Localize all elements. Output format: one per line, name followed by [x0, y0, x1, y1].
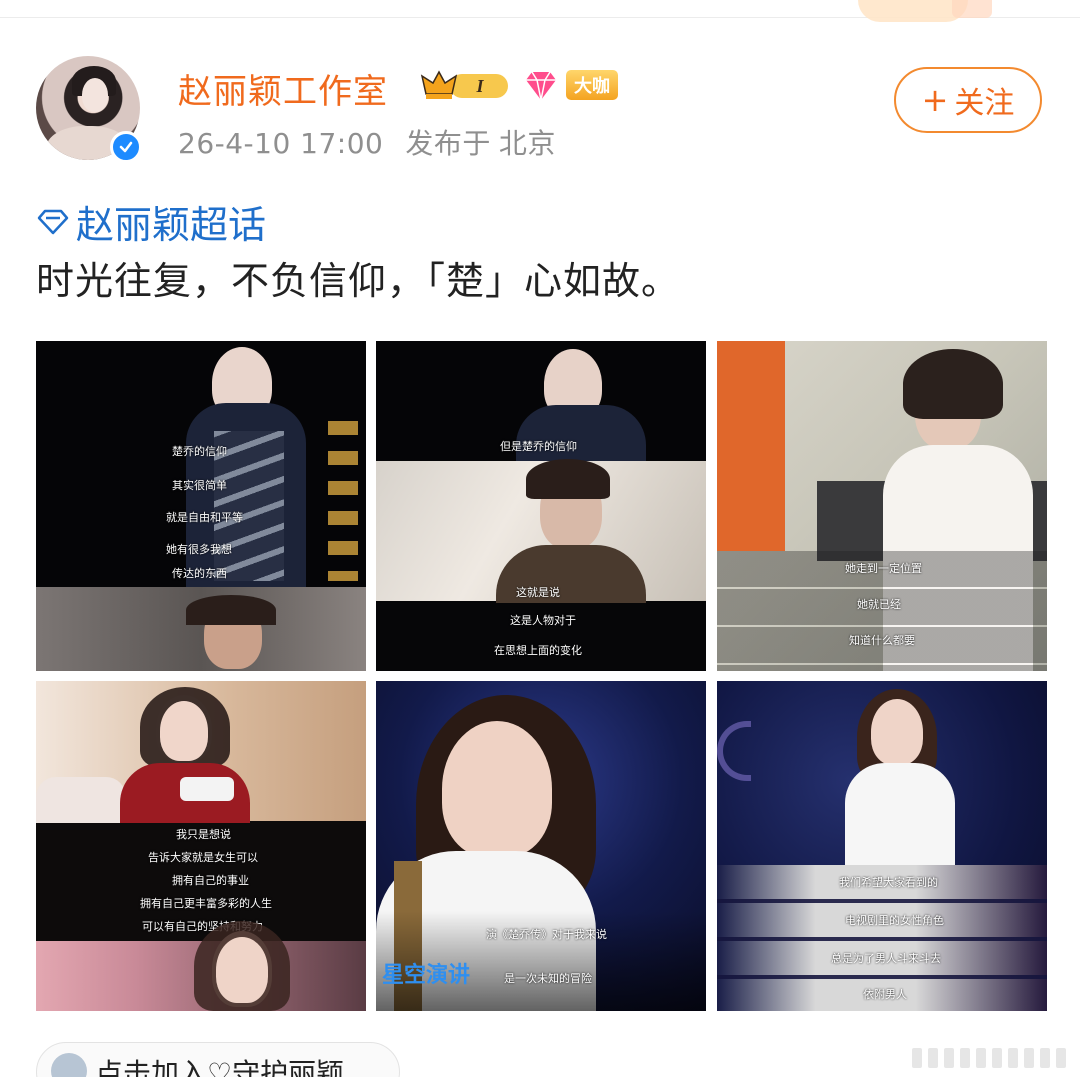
author-name[interactable]: 赵丽颖工作室 — [178, 64, 388, 113]
super-topic-label: 赵丽颖超话 — [76, 203, 267, 247]
location-prefix: 发布于 — [405, 127, 491, 160]
image-caption: 演《楚乔传》对于我来说 — [486, 928, 607, 941]
image-caption: 拥有自己更丰富多彩的人生 — [140, 897, 272, 910]
indicator-bar — [960, 1048, 970, 1068]
image-figure — [216, 937, 268, 1003]
avatar-face — [82, 78, 108, 112]
post-image-4[interactable]: 我只是想说 告诉大家就是女生可以 拥有自己的事业 拥有自己更丰富多彩的人生 可以… — [36, 681, 366, 1011]
show-logo: 星空演讲 — [382, 963, 471, 988]
image-caption: 拥有自己的事业 — [172, 874, 249, 887]
post-image-2[interactable]: 但是楚乔的信仰 这就是说 这是人物对于 在思想上面的变化 — [376, 341, 706, 671]
verified-icon — [110, 131, 142, 163]
image-figure — [871, 699, 923, 765]
post-image-1[interactable]: 楚乔的信仰 其实很简单 就是自由和平等 她有很多我想 传达的东西 — [36, 341, 366, 671]
fan-group-icon — [51, 1053, 87, 1077]
image-grid: 楚乔的信仰 其实很简单 就是自由和平等 她有很多我想 传达的东西 但是楚乔的信仰… — [36, 341, 1047, 1011]
image-caption: 告诉大家就是女生可以 — [148, 851, 258, 864]
image-caption: 其实很简单 — [172, 479, 227, 492]
image-caption: 就是自由和平等 — [166, 511, 243, 524]
follow-button[interactable]: + 关注 — [894, 67, 1042, 133]
image-caption: 在思想上面的变化 — [494, 644, 582, 657]
image-figure — [717, 341, 785, 551]
image-caption: 电视剧里的女性角色 — [845, 914, 944, 927]
top-tag-shape — [952, 0, 992, 18]
scroll-indicator — [912, 1048, 1072, 1068]
image-caption: 传达的东西 — [172, 567, 227, 580]
image-caption: 她走到一定位置 — [845, 562, 922, 575]
daka-badge: 大咖 — [566, 70, 618, 100]
indicator-bar — [1024, 1048, 1034, 1068]
image-caption: 这是人物对于 — [510, 614, 576, 627]
image-caption: 总是为了男人斗来斗去 — [831, 952, 941, 965]
indicator-bar — [992, 1048, 1002, 1068]
post-image-6[interactable]: 我们希望大家看到的 电视剧里的女性角色 总是为了男人斗来斗去 依附男人 — [717, 681, 1047, 1011]
super-topic-link[interactable]: 赵丽颖超话 — [36, 194, 266, 249]
indicator-bar — [1040, 1048, 1050, 1068]
indicator-bar — [1056, 1048, 1066, 1068]
image-caption: 楚乔的信仰 — [172, 445, 227, 458]
image-caption: 是一次未知的冒险 — [504, 972, 592, 985]
image-caption: 依附男人 — [863, 988, 907, 1001]
image-figure — [160, 701, 208, 761]
image-caption: 但是楚乔的信仰 — [500, 440, 577, 453]
image-caption: 知道什么都要 — [849, 634, 915, 647]
image-figure — [442, 721, 552, 857]
indicator-bar — [944, 1048, 954, 1068]
post-timestamp: 26-4-10 17:00 — [178, 127, 384, 160]
image-caption: 我只是想说 — [176, 828, 231, 841]
image-caption: 我们希望大家看到的 — [839, 876, 938, 889]
image-caption: 她就已经 — [857, 598, 901, 611]
indicator-bar — [1008, 1048, 1018, 1068]
indicator-bar — [912, 1048, 922, 1068]
join-guard-label: 点击加入♡守护丽颖 — [95, 1057, 345, 1077]
post-location: 北京 — [498, 127, 556, 160]
crown-level-badge-icon: I — [420, 70, 508, 99]
image-figure — [328, 421, 358, 581]
plus-icon: + — [921, 81, 949, 119]
image-figure — [376, 911, 706, 1011]
post-image-5[interactable]: 演《楚乔传》对于我来说 是一次未知的冒险 星空演讲 — [376, 681, 706, 1011]
image-figure — [186, 595, 276, 625]
post-image-3[interactable]: 她走到一定位置 她就已经 知道什么都要 — [717, 341, 1047, 671]
diamond-badge-icon — [526, 71, 556, 101]
super-topic-icon — [37, 209, 69, 234]
image-caption: 这就是说 — [516, 586, 560, 599]
image-figure — [903, 349, 1003, 419]
image-figure — [36, 777, 126, 823]
follow-label: 关注 — [954, 86, 1015, 121]
image-figure — [526, 459, 610, 499]
badge-level-text: I — [475, 76, 484, 96]
image-figure — [180, 777, 234, 801]
image-figure — [845, 763, 955, 873]
image-caption: 她有很多我想 — [166, 543, 232, 556]
indicator-bar — [928, 1048, 938, 1068]
post-meta: 26-4-10 17:00 发布于 北京 — [178, 122, 578, 162]
join-guard-button[interactable]: 点击加入♡守护丽颖 — [36, 1042, 400, 1077]
status-top-strip — [0, 0, 1080, 22]
indicator-bar — [976, 1048, 986, 1068]
post-body-text: 时光往复，不负信仰，「楚」心如故。 — [36, 259, 681, 303]
